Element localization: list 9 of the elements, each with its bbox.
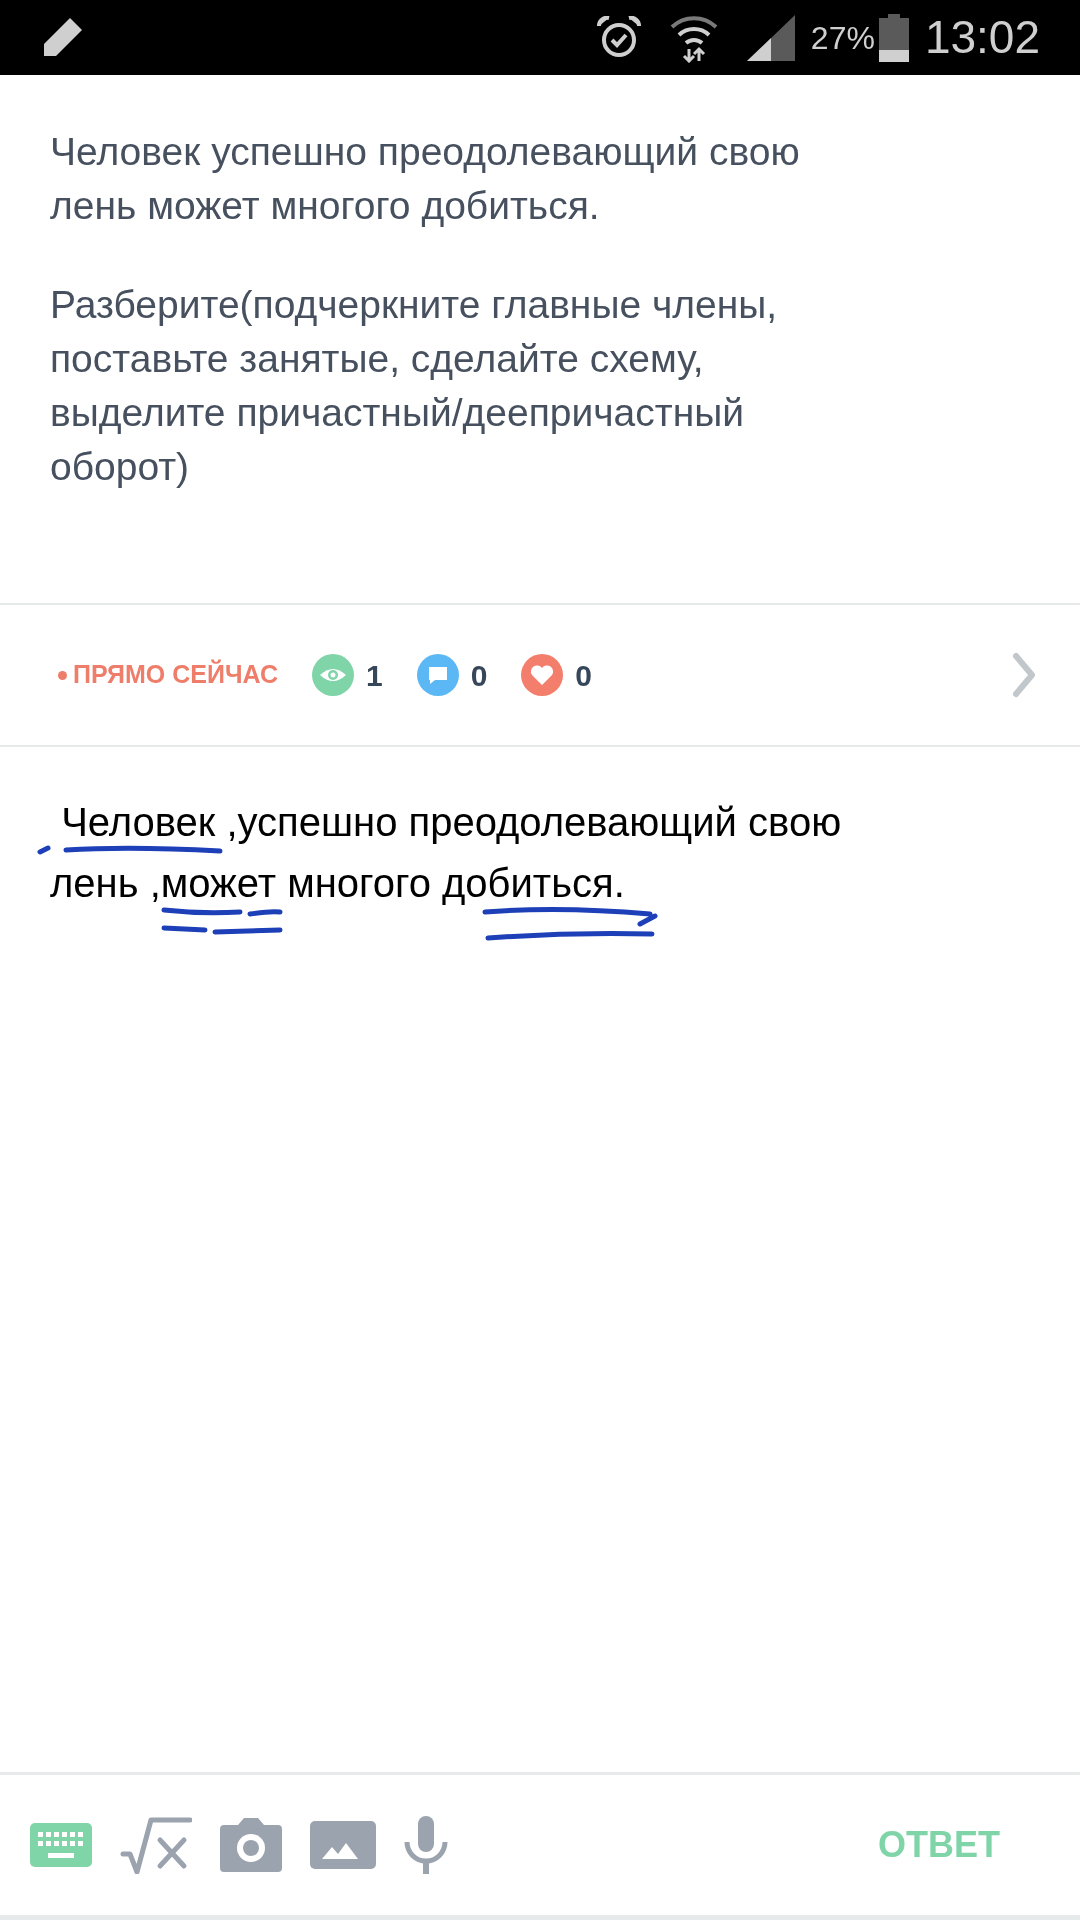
clock: 13:02 — [924, 10, 1040, 65]
question-text: Человек успешно преодолевающий свою лень может многого добиться. — [50, 129, 801, 229]
stat-count: 1 — [365, 657, 383, 694]
live-status: ПРЯМО СЕЙЧАС — [58, 656, 278, 694]
question-text: Разберите(подчеркните главные члены, поставьте занятые, сделайте схему, выделите причастный/деепричастный оборот) — [50, 282, 779, 490]
answer-field[interactable]: Человек ,успешно преодолевающий свою лень ,может многого добиться. — [50, 792, 850, 1772]
battery-percentage: 27% — [810, 18, 875, 58]
stat-count: 0 — [470, 657, 488, 694]
stat-count: 0 — [575, 657, 593, 694]
